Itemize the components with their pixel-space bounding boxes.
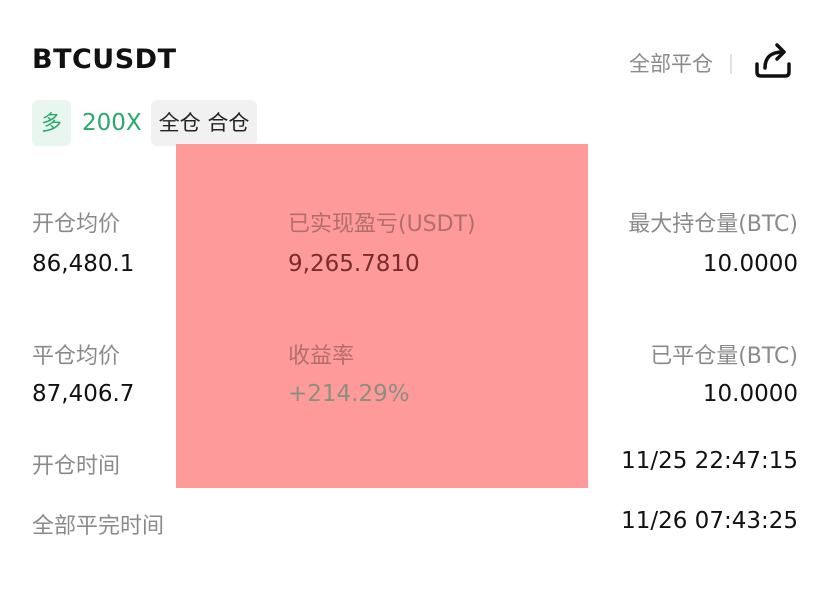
realized-pnl-label: 已实现盈亏(USDT)	[288, 212, 476, 237]
side-badge: 多	[32, 100, 71, 146]
avg-open-price-label: 开仓均价	[32, 212, 121, 237]
roi-value: +214.29%	[288, 381, 410, 407]
avg-close-price-label: 平仓均价	[32, 344, 121, 369]
avg-open-price-value: 86,480.1	[32, 251, 135, 277]
share-icon[interactable]	[751, 38, 795, 82]
open-time-label: 开仓时间	[32, 454, 121, 479]
position-tags: 多 200X 全仓 合仓	[32, 100, 258, 146]
full-close-time-label: 全部平完时间	[32, 514, 165, 539]
roi-label: 收益率	[288, 344, 355, 369]
margin-mode-badge: 全仓 合仓	[150, 100, 258, 146]
share-icon-svg	[755, 43, 791, 78]
closed-amount-value: 10.0000	[702, 381, 798, 407]
full-close-time-value: 11/26 07:43:25	[621, 508, 798, 534]
header-divider	[730, 54, 732, 74]
avg-close-price-value: 87,406.7	[32, 381, 135, 407]
max-position-value: 10.0000	[702, 251, 798, 277]
leverage-label: 200X	[82, 110, 142, 136]
close-all-button[interactable]: 全部平仓	[629, 48, 713, 78]
realized-pnl-value: 9,265.7810	[288, 251, 420, 277]
symbol-title: BTCUSDT	[32, 44, 177, 75]
open-time-value: 11/25 22:47:15	[621, 448, 798, 474]
max-position-label: 最大持仓量(BTC)	[628, 212, 798, 237]
closed-amount-label: 已平仓量(BTC)	[650, 344, 798, 369]
redaction-overlay	[176, 144, 588, 488]
